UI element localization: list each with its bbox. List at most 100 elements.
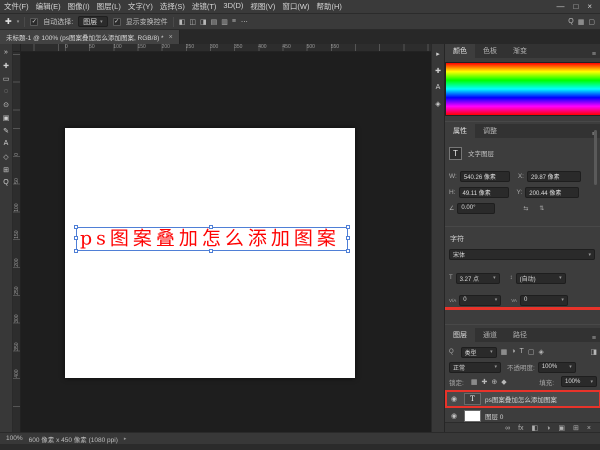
move-tool-icon[interactable]: ✚	[5, 17, 12, 26]
workspace-icon[interactable]: ▢	[588, 18, 595, 26]
marquee-tool-icon[interactable]: ▭	[0, 72, 13, 85]
panel-menu-icon[interactable]: ≡	[592, 335, 600, 342]
adjustment-layer-icon[interactable]: ◑	[546, 425, 550, 432]
font-size-field[interactable]: 3.27 点 ▾	[455, 272, 500, 284]
align-icon[interactable]: ▥	[221, 18, 228, 26]
crop-tool-icon[interactable]: ▣	[0, 111, 13, 124]
tab-channels[interactable]: 通道	[475, 328, 505, 342]
filter-adjustment-layers-icon[interactable]: ◑	[511, 348, 515, 356]
menu-item[interactable]: 窗口(W)	[282, 1, 309, 12]
transform-handle[interactable]	[209, 249, 213, 253]
document-tab[interactable]: 未标题-1 @ 100% (ps图案叠加怎么添加图案, RGB/8) * ×	[0, 30, 180, 44]
align-icon[interactable]: ◨	[200, 18, 207, 26]
lock-transparency-icon[interactable]: ▦	[471, 378, 478, 386]
opacity-field[interactable]: 100% ▾	[537, 361, 576, 373]
menu-item[interactable]: 帮助(H)	[317, 1, 342, 12]
expand-toolbar-icon[interactable]: »	[0, 46, 13, 59]
magic-wand-tool-icon[interactable]: ⊙	[0, 98, 13, 111]
layer-group-icon[interactable]: ▣	[558, 424, 565, 432]
menu-item[interactable]: 视图(V)	[250, 1, 275, 12]
width-field[interactable]: 540.26 像素	[459, 170, 510, 182]
move-tool-icon[interactable]: ✚	[0, 59, 13, 72]
lock-position-icon[interactable]: ✚	[481, 378, 487, 386]
tab-layers[interactable]: 图层	[445, 328, 475, 342]
show-transform-checkbox[interactable]: ✓	[112, 17, 121, 26]
maximize-button[interactable]: □	[573, 2, 578, 11]
x-field[interactable]: 29.87 像素	[526, 170, 581, 182]
menu-item[interactable]: 滤镜(T)	[192, 1, 217, 12]
lock-all-icon[interactable]: ◆	[501, 378, 506, 386]
fill-field[interactable]: 100% ▾	[561, 376, 597, 387]
document-canvas[interactable]: ps图案叠加怎么添加图案	[65, 128, 355, 378]
layer-name[interactable]: 图层 0	[485, 411, 503, 421]
align-icon[interactable]: ▤	[211, 18, 218, 26]
hue-slider[interactable]	[445, 62, 600, 116]
shape-tool-icon[interactable]: ◇	[0, 150, 13, 163]
filter-smart-objects-icon[interactable]: ◈	[538, 348, 543, 356]
zoom-tool-icon[interactable]: Q	[0, 176, 13, 189]
scrollbar[interactable]	[594, 130, 597, 185]
transform-handle[interactable]	[209, 225, 213, 229]
expand-dock-icon[interactable]: ▸	[436, 50, 440, 58]
search-icon[interactable]: Q	[568, 18, 573, 26]
blend-mode-dropdown[interactable]: 正常 ▾	[449, 361, 501, 373]
new-layer-icon[interactable]: ⊞	[573, 424, 579, 432]
menu-item[interactable]: 编辑(E)	[36, 1, 61, 12]
menu-item[interactable]: 3D(D)	[223, 1, 243, 12]
kerning-field[interactable]: 0 ▾	[459, 294, 502, 306]
transform-handle[interactable]	[346, 249, 350, 253]
more-options-icon[interactable]: ⋯	[241, 18, 248, 26]
grid-view-icon[interactable]: ▦	[578, 18, 585, 26]
y-field[interactable]: 200.44 像素	[525, 186, 580, 198]
menu-item[interactable]: 图像(I)	[68, 1, 90, 12]
lasso-tool-icon[interactable]: ◌	[0, 85, 13, 98]
lock-artboard-icon[interactable]: ⊕	[491, 378, 497, 386]
close-button[interactable]: ×	[587, 2, 592, 11]
transform-handle[interactable]	[346, 225, 350, 229]
menu-item[interactable]: 选择(S)	[160, 1, 185, 12]
transform-handle[interactable]	[74, 225, 78, 229]
menu-item[interactable]: 图层(L)	[97, 1, 121, 12]
transform-handle[interactable]	[346, 236, 350, 240]
tab-swatches[interactable]: 色板	[475, 44, 505, 58]
close-tab-icon[interactable]: ×	[169, 34, 173, 41]
tab-properties[interactable]: 属性	[445, 124, 475, 138]
font-family-dropdown[interactable]: 宋体 ▾	[449, 249, 595, 260]
filter-toggle-icon[interactable]: ◨	[590, 348, 597, 356]
menu-item[interactable]: 文字(Y)	[128, 1, 153, 12]
tab-paths[interactable]: 路径	[505, 328, 535, 342]
align-icon[interactable]: ◧	[179, 18, 186, 26]
visibility-eye-icon[interactable]: ◉	[448, 412, 460, 420]
filter-shape-layers-icon[interactable]: ▢	[528, 348, 535, 356]
menu-item[interactable]: 文件(F)	[4, 1, 29, 12]
layer-filter-dropdown[interactable]: 类型 ▾	[460, 346, 497, 358]
align-icon[interactable]: ◫	[189, 18, 196, 26]
panel-menu-icon[interactable]: ≡	[592, 51, 600, 58]
align-icon[interactable]: ≡	[232, 18, 236, 26]
auto-select-checkbox[interactable]: ✓	[30, 17, 39, 26]
transform-handle[interactable]	[74, 236, 78, 240]
brush-tool-icon[interactable]: ✎	[0, 124, 13, 137]
filter-pixel-layers-icon[interactable]: ▦	[501, 348, 508, 356]
flip-vertical-icon[interactable]: ⇅	[539, 205, 544, 212]
type-tool-icon[interactable]: A	[0, 137, 13, 150]
minimize-button[interactable]: —	[556, 2, 564, 11]
image-layer-thumbnail[interactable]	[464, 409, 481, 422]
canvas-text[interactable]: ps图案叠加怎么添加图案	[80, 229, 340, 249]
auto-select-target-dropdown[interactable]: 图层 ▾	[78, 16, 108, 27]
filter-type-layers-icon[interactable]: T	[520, 348, 524, 356]
layer-mask-icon[interactable]: ◧	[532, 424, 539, 432]
transform-handle[interactable]	[74, 249, 78, 253]
link-layers-icon[interactable]: ∞	[505, 425, 510, 432]
status-arrow-icon[interactable]: ▸	[124, 436, 127, 442]
history-panel-icon[interactable]: ✚	[435, 67, 441, 75]
text-transform-bounding-box[interactable]: ps图案叠加怎么添加图案	[74, 225, 350, 253]
layer-style-icon[interactable]: fx	[518, 425, 523, 432]
tab-color[interactable]: 颜色	[445, 44, 475, 58]
zoom-level[interactable]: 100%	[6, 435, 23, 442]
character-panel-icon[interactable]: A	[436, 84, 441, 91]
flip-horizontal-icon[interactable]: ⇆	[523, 205, 528, 212]
tab-gradients[interactable]: 渐变	[505, 44, 535, 58]
tab-adjustments[interactable]: 调整	[475, 124, 505, 138]
libraries-panel-icon[interactable]: ◈	[435, 100, 440, 108]
